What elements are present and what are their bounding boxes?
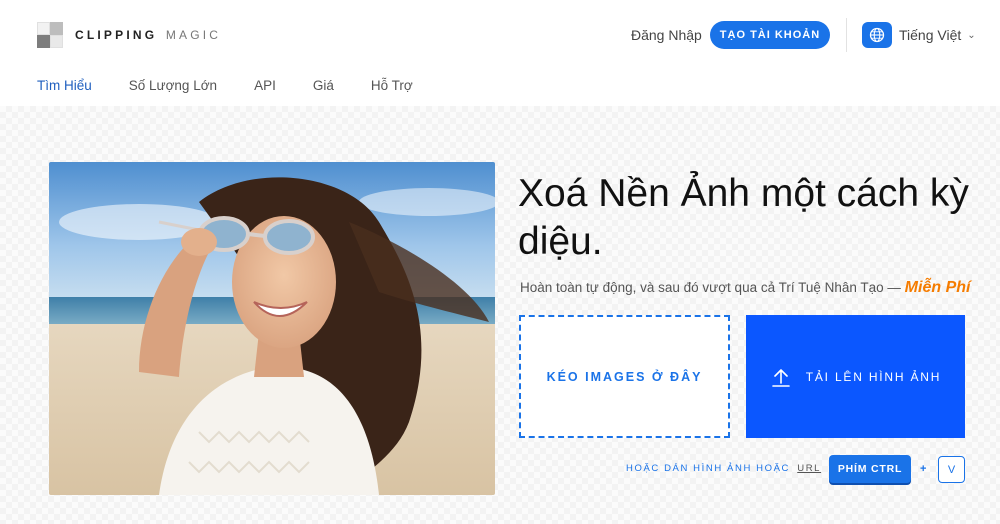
hero-headline: Xoá Nền Ảnh một cách kỳ diệu. <box>518 172 969 263</box>
hero-subline: Hoàn toàn tự động, và sau đó vượt qua cả… <box>520 279 970 297</box>
globe-icon <box>862 22 892 48</box>
nav-item-gia[interactable]: Giá <box>313 78 334 93</box>
header-divider <box>846 18 847 52</box>
drop-zone[interactable]: KÉO IMAGES Ở ĐÂY <box>519 315 730 438</box>
language-label: Tiếng Việt <box>899 27 962 43</box>
main-nav: Tìm Hiểu Số Lượng Lớn API Giá Hỗ Trợ <box>37 78 450 93</box>
language-selector[interactable]: Tiếng Việt ⌄ <box>862 22 976 48</box>
signup-button[interactable]: TẠO TÀI KHOẢN <box>710 21 830 49</box>
v-key: V <box>938 456 965 483</box>
nav-item-ho-tro[interactable]: Hỗ Trợ <box>371 78 413 93</box>
plus-sign: + <box>920 463 927 475</box>
site-header: CLIPPING MAGIC Đăng Nhập TẠO TÀI KHOẢN T… <box>0 0 1000 70</box>
upload-button[interactable]: TẢI LÊN HÌNH ẢNH <box>746 315 965 438</box>
chevron-down-icon: ⌄ <box>967 29 976 41</box>
logo[interactable]: CLIPPING MAGIC <box>37 22 221 48</box>
nav-item-tim-hieu[interactable]: Tìm Hiểu <box>37 78 92 93</box>
nav-item-so-luong-lon[interactable]: Số Lượng Lớn <box>129 78 217 93</box>
url-link[interactable]: URL <box>797 463 821 474</box>
upload-icon <box>771 368 790 387</box>
ctrl-key-button[interactable]: PHÍM CTRL <box>829 455 911 483</box>
logo-mark-icon <box>37 22 63 48</box>
logo-text: CLIPPING MAGIC <box>75 28 222 42</box>
drop-zone-label: KÉO IMAGES Ở ĐÂY <box>546 369 703 384</box>
upload-button-label: TẢI LÊN HÌNH ẢNH <box>805 369 942 384</box>
free-label: Miễn Phí <box>904 279 971 296</box>
paste-hint-text: HOẶC DÁN HÌNH ẢNH HOẶC <box>626 463 790 474</box>
login-link[interactable]: Đăng Nhập <box>631 27 702 43</box>
paste-hint: HOẶC DÁN HÌNH ẢNH HOẶC URL <box>626 463 821 474</box>
hero-photo <box>49 162 495 495</box>
hero-subline-text: Hoàn toàn tự động, và sau đó vượt qua cả… <box>520 280 901 295</box>
nav-item-api[interactable]: API <box>254 78 276 93</box>
